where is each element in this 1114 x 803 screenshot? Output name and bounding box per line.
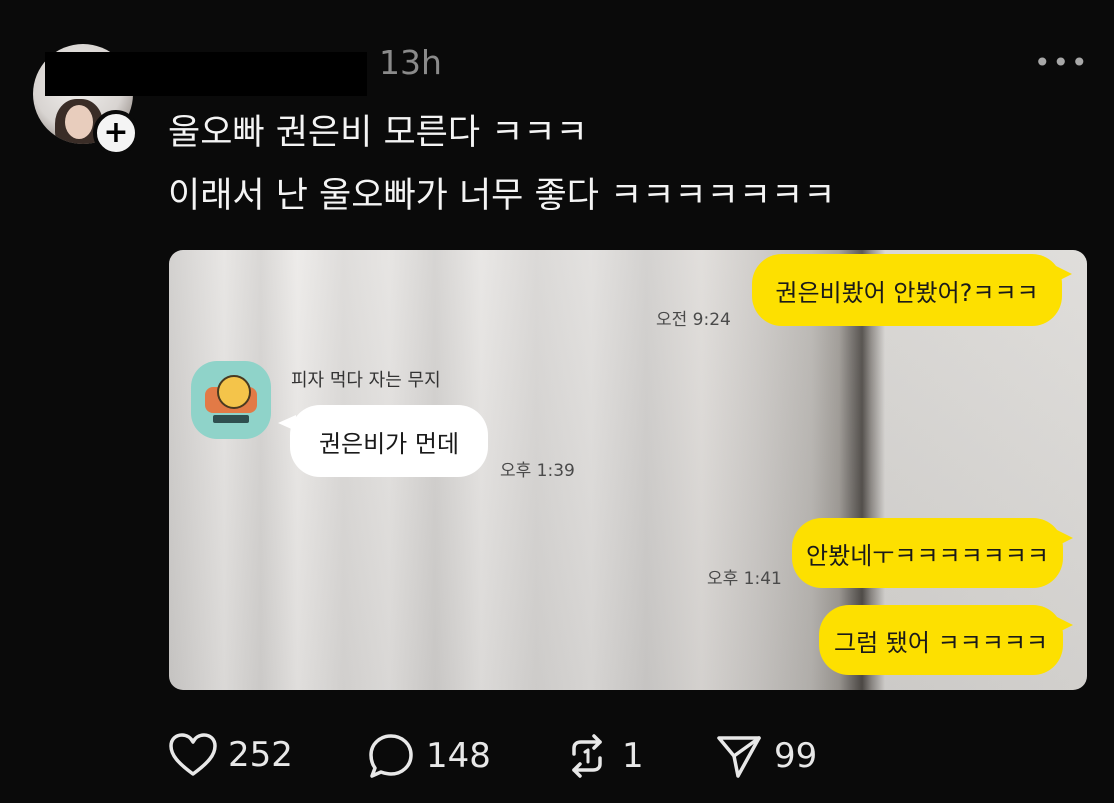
post-caption-line-1: 울오빠 권은비 모른다 ㅋㅋㅋ	[168, 113, 588, 153]
post-image-chat-screenshot[interactable]: 오전 9:24 권은비봤어 안봤어?ㅋㅋㅋ 피자 먹다 자는 무지 권은비가 먼…	[169, 250, 1087, 690]
chat-bubble-text: 권은비가 먼데	[318, 429, 460, 458]
chat-bubble-text: 권은비봤어 안봤어?ㅋㅋㅋ	[775, 278, 1039, 307]
post-time: 13h	[379, 43, 442, 82]
repost-count: 1	[622, 736, 644, 776]
send-icon	[717, 736, 761, 778]
follow-plus-icon[interactable]: +	[93, 110, 139, 156]
comment-count: 148	[426, 736, 491, 776]
repost-button[interactable]: 1	[562, 732, 644, 780]
heart-icon	[169, 733, 217, 776]
chat-sender-name: 피자 먹다 자는 무지	[291, 370, 441, 391]
chat-bubble-mine: 권은비봤어 안봤어?ㅋㅋㅋ	[752, 254, 1072, 326]
share-button[interactable]: 99	[714, 732, 817, 780]
chat-bubble-mine: 안봤네ㅜㅋㅋㅋㅋㅋㅋㅋ	[792, 518, 1073, 588]
chat-sender-avatar	[191, 361, 271, 439]
like-count: 252	[228, 735, 293, 775]
redacted-username	[45, 52, 367, 96]
like-button[interactable]: 252	[168, 732, 293, 778]
chat-timestamp: 오후 1:39	[500, 461, 575, 481]
chat-timestamp: 오후 1:41	[707, 569, 782, 589]
chat-bubble-theirs: 권은비가 먼데	[278, 405, 488, 477]
comment-icon	[369, 734, 413, 778]
repost-icon	[572, 734, 602, 778]
share-count: 99	[774, 736, 818, 776]
post-caption-line-2: 이래서 난 울오빠가 너무 좋다 ㅋㅋㅋㅋㅋㅋㅋ	[168, 176, 836, 216]
chat-bubble-mine: 그럼 됐어 ㅋㅋㅋㅋㅋ	[819, 605, 1073, 675]
chat-bubble-text: 안봤네ㅜㅋㅋㅋㅋㅋㅋㅋ	[806, 541, 1049, 570]
comment-button[interactable]: 148	[366, 732, 491, 780]
chat-bubble-text: 그럼 됐어 ㅋㅋㅋㅋㅋ	[834, 628, 1048, 657]
more-options-icon[interactable]: •••	[1034, 46, 1090, 79]
chat-timestamp: 오전 9:24	[656, 310, 731, 330]
